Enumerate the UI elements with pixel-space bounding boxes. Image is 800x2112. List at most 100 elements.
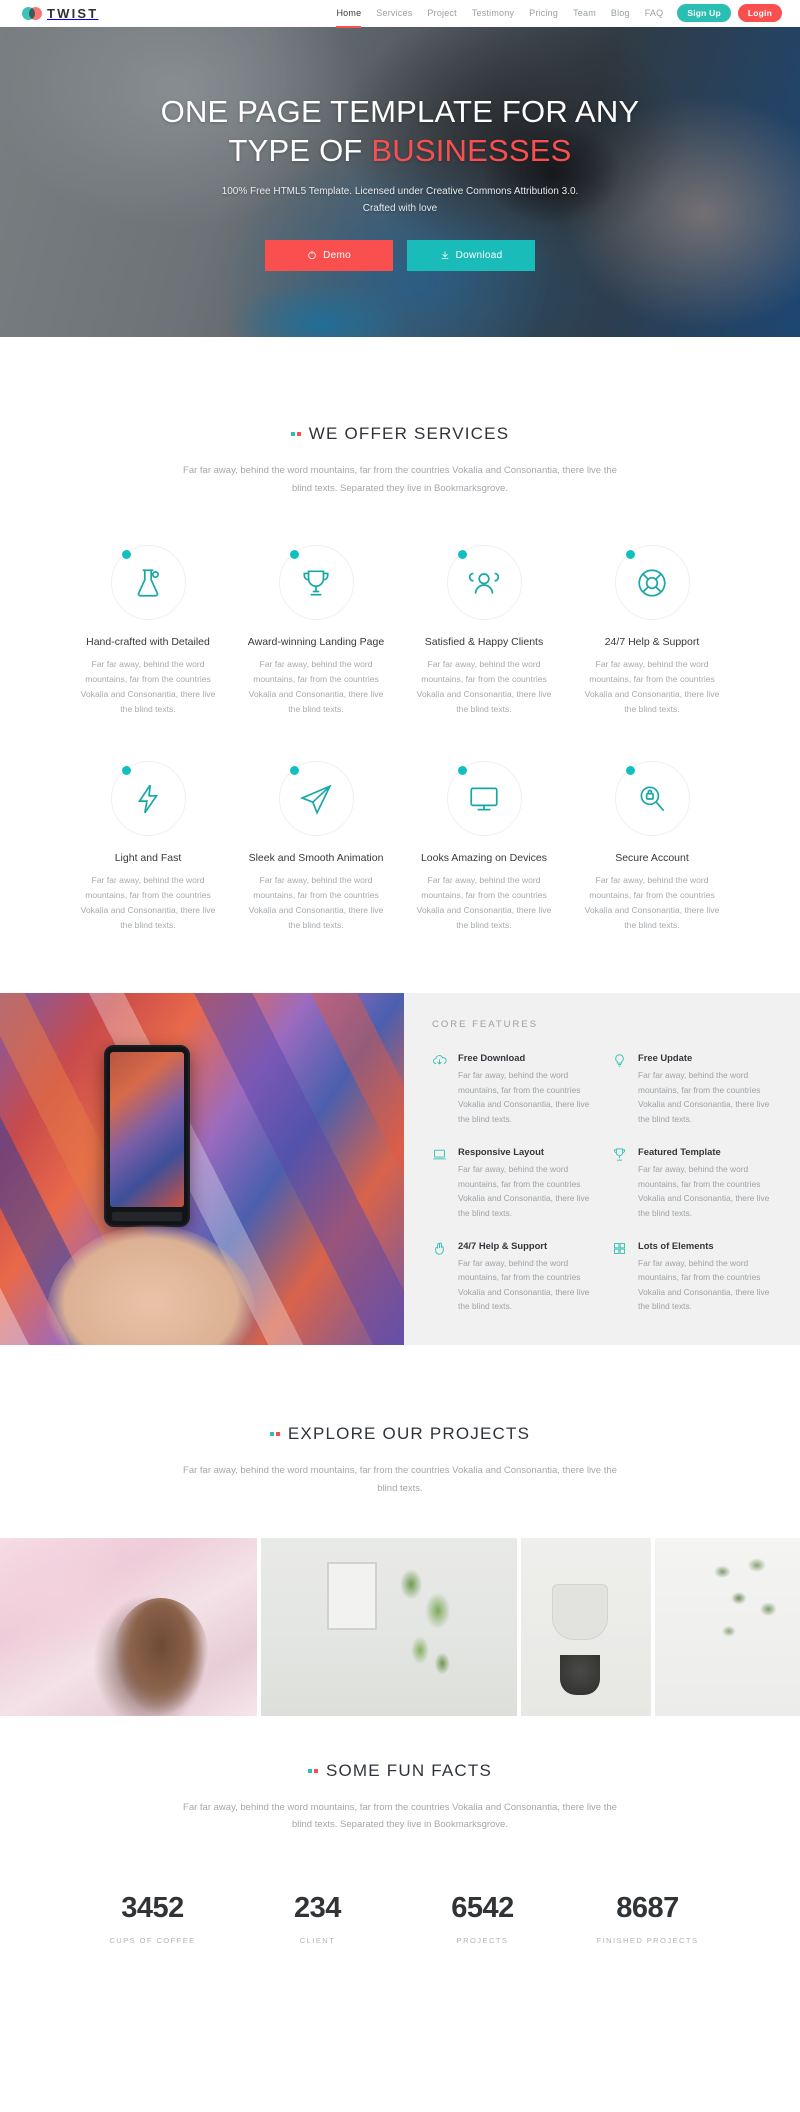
fact-number: 8687 [616,1891,679,1924]
bolt-icon [137,784,159,814]
service-card[interactable]: Sleek and Smooth Animation Far far away,… [238,761,394,933]
facts-title-wrap: SOME FUN FACTS [307,1761,492,1781]
login-button[interactable]: Login [737,4,782,22]
facts-header: SOME FUN FACTS Far far away, behind the … [20,1760,780,1834]
brand-logo[interactable]: TWIST [22,6,98,21]
service-card[interactable]: Award-winning Landing Page Far far away,… [238,545,394,717]
service-text: Far far away, behind the word mountains,… [584,875,720,931]
users-icon [468,572,500,594]
hero-title-accent: BUSINESSES [371,132,572,168]
service-name: 24/7 Help & Support [604,636,700,649]
nav-item-faq[interactable]: FAQ [645,3,664,23]
fun-facts-section: SOME FUN FACTS Far far away, behind the … [0,1716,800,1975]
demo-button[interactable]: Demo [265,239,393,271]
feature-name: Free Download [458,1052,526,1064]
nav-item-testimony[interactable]: Testimony [472,3,514,23]
download-button-label: Download [455,249,503,261]
download-icon [441,251,448,259]
feature-name: Lots of Elements [638,1240,714,1251]
section-marker-dots-icon [290,432,301,436]
fact-label: CLIENT [299,1935,336,1945]
projects-gallery [0,1537,800,1716]
services-header: WE OFFER SERVICES Far far away, behind t… [20,423,780,497]
feature-body: Featured Template Far far away, behind t… [638,1146,776,1220]
laptop-icon [432,1146,449,1220]
service-card[interactable]: Looks Amazing on Devices Far far away, b… [406,761,562,933]
nav-item-pricing[interactable]: Pricing [529,3,558,23]
feature-body: Responsive Layout Far far away, behind t… [458,1146,596,1220]
nav-item-team[interactable]: Team [573,3,596,23]
feature-text: Far far away, behind the word mountains,… [638,1070,770,1124]
fact-label: PROJECTS [456,1935,509,1945]
service-card[interactable]: 24/7 Help & Support Far far away, behind… [574,545,730,717]
feature-item[interactable]: Free Download Far far away, behind the w… [432,1052,596,1126]
project-thumbnail[interactable] [260,1537,518,1716]
service-card[interactable]: Secure Account Far far away, behind the … [574,761,730,933]
feature-item[interactable]: Responsive Layout Far far away, behind t… [432,1146,596,1220]
service-name: Hand-crafted with Detailed [86,636,210,649]
nav-item-blog[interactable]: Blog [611,3,630,23]
feature-item[interactable]: 24/7 Help & Support Far far away, behind… [432,1240,596,1314]
hero-title-line1: ONE PAGE TEMPLATE FOR ANY [160,94,640,130]
facts-grid: 3452 CUPS OF COFFEE 234 CLIENT 6542 PROJ… [70,1892,730,1945]
projects-section: EXPLORE OUR PROJECTS Far far away, behin… [0,1345,800,1716]
brand-name: TWIST [47,5,99,21]
service-text: Far far away, behind the word mountains,… [416,875,552,931]
core-features-panel: CORE FEATURES Free Download Far far away… [404,993,800,1346]
hero-buttons: Demo Download [120,239,680,271]
feature-item[interactable]: Lots of Elements Far far away, behind th… [612,1240,776,1314]
grid-icon [612,1240,629,1314]
flask-icon [137,569,159,597]
section-marker-dots-icon [269,1432,280,1437]
hero-sub-line2: Crafted with love [362,203,438,215]
fact-item: 234 CLIENT [235,1892,400,1945]
nav-right-group: Home Services Project Testimony Pricing … [336,3,782,28]
service-dot-badge [457,766,467,776]
sign-up-button[interactable]: Sign Up [677,4,731,22]
service-icon-circle [278,545,354,621]
feature-body: Lots of Elements Far far away, behind th… [638,1240,776,1314]
service-card[interactable]: Hand-crafted with Detailed Far far away,… [70,545,226,717]
service-name: Light and Fast [114,852,182,865]
services-grid: Hand-crafted with Detailed Far far away,… [70,545,730,933]
cloud-download-icon [432,1052,449,1126]
service-card[interactable]: Light and Fast Far far away, behind the … [70,761,226,933]
service-card[interactable]: Satisfied & Happy Clients Far far away, … [406,545,562,717]
service-text: Far far away, behind the word mountains,… [248,875,384,931]
phone-mockup [104,1045,190,1228]
fact-number: 234 [294,1891,341,1924]
trophy-icon [612,1146,629,1220]
nav-item-project[interactable]: Project [427,3,456,23]
monitor-icon [470,787,498,811]
feature-body: Free Download Far far away, behind the w… [458,1052,596,1126]
paper-plane-icon [299,784,332,815]
service-dot-badge [121,766,131,776]
service-dot-badge [289,766,299,776]
phone-toolbar [112,1212,182,1222]
hero-subtitle: 100% Free HTML5 Template. Licensed under… [120,183,680,218]
phone-screen [110,1052,184,1208]
projects-title: EXPLORE OUR PROJECTS [287,1424,531,1444]
facts-desc-line1: Far far away, behind the word mountains,… [183,1801,560,1813]
feature-item[interactable]: Featured Template Far far away, behind t… [612,1146,776,1220]
core-features-title: CORE FEATURES [432,1019,539,1031]
project-thumbnail[interactable] [0,1537,257,1716]
feature-item[interactable]: Free Update Far far away, behind the wor… [612,1052,776,1126]
section-marker-dots-icon [307,1768,318,1773]
service-icon-circle [110,545,186,621]
lifebuoy-icon [638,569,666,597]
bulb-icon [612,1052,629,1126]
feature-text: Far far away, behind the word mountains,… [638,1258,770,1312]
fact-item: 6542 PROJECTS [400,1892,565,1945]
service-text: Far far away, behind the word mountains,… [80,875,216,931]
feature-text: Far far away, behind the word mountains,… [458,1070,590,1124]
nav-item-services[interactable]: Services [376,3,412,23]
top-navbar: TWIST Home Services Project Testimony Pr… [0,0,800,28]
project-thumbnail[interactable] [654,1537,800,1716]
download-button[interactable]: Download [407,239,535,271]
service-icon-circle [614,761,690,837]
nav-item-home[interactable]: Home [336,3,362,28]
project-thumbnail[interactable] [521,1537,651,1716]
feature-text: Far far away, behind the word mountains,… [458,1258,590,1312]
service-name: Satisfied & Happy Clients [424,636,544,649]
